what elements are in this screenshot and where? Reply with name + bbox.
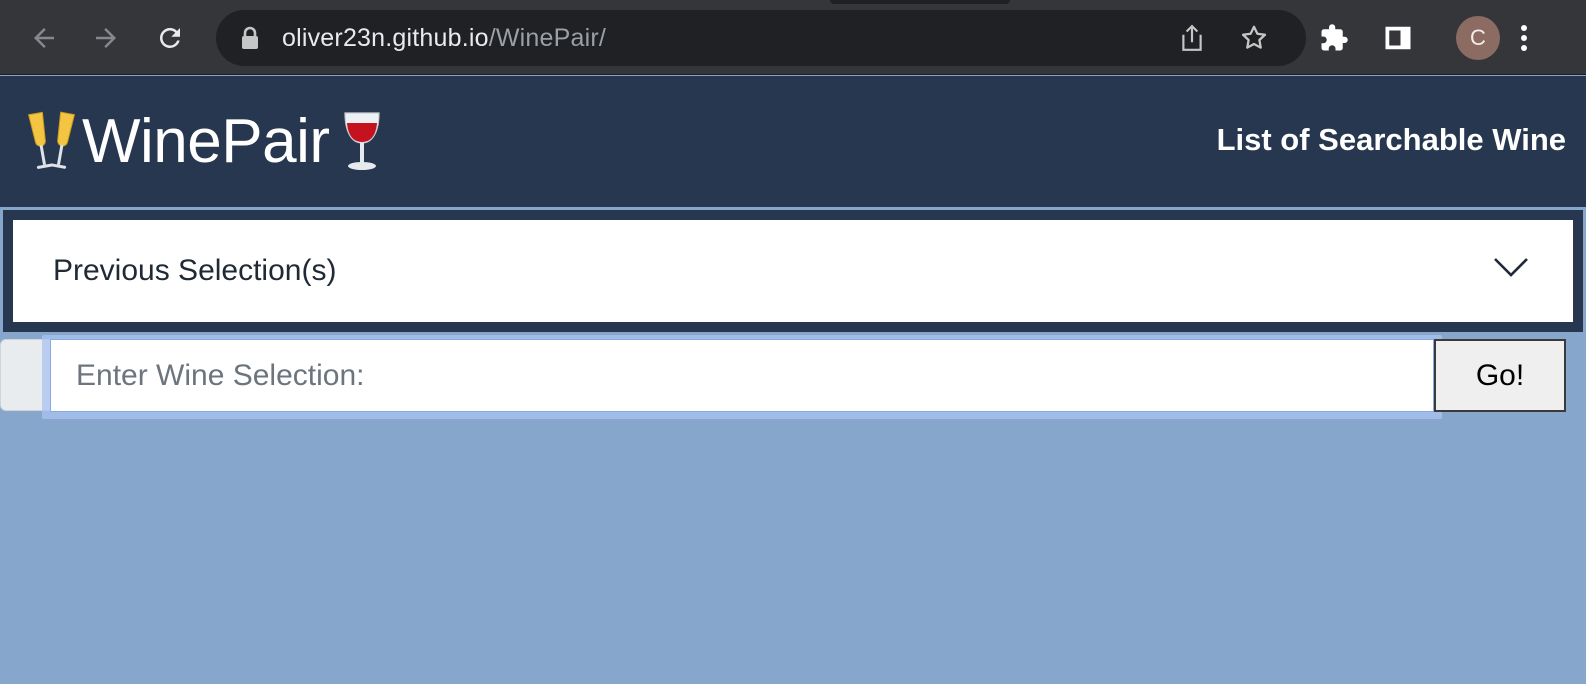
bookmark-button[interactable]	[1238, 22, 1270, 54]
site-header: WinePair List of Searchable Wine	[0, 76, 1586, 207]
searchable-wine-list-link[interactable]: List of Searchable Wine	[1217, 122, 1566, 158]
wine-glass-icon	[334, 107, 390, 177]
more-icon	[1521, 25, 1527, 51]
menu-button[interactable]	[1502, 16, 1546, 60]
previous-selections-toggle[interactable]: Previous Selection(s)	[13, 220, 1573, 322]
share-icon	[1182, 24, 1202, 51]
forward-arrow-icon	[96, 28, 116, 48]
lock-icon[interactable]	[240, 26, 260, 50]
star-icon	[1241, 25, 1267, 49]
extensions-button[interactable]	[1312, 16, 1356, 60]
forward-button[interactable]	[84, 16, 128, 60]
side-panel-icon	[1385, 26, 1411, 50]
url-host: oliver23n.github.io	[282, 24, 489, 52]
back-arrow-icon	[34, 28, 54, 48]
site-title: WinePair	[82, 107, 330, 176]
reload-icon	[159, 27, 180, 48]
wine-search-form: Go!	[0, 335, 1586, 419]
back-button[interactable]	[22, 16, 66, 60]
avatar-letter: C	[1470, 25, 1486, 50]
share-button[interactable]	[1176, 22, 1208, 54]
profile-avatar[interactable]: C	[1456, 16, 1500, 60]
brand[interactable]: WinePair	[24, 102, 390, 182]
accordion-label: Previous Selection(s)	[53, 254, 337, 287]
url-text[interactable]: oliver23n.github.io/WinePair/	[282, 10, 606, 66]
chevron-down-icon	[1494, 258, 1528, 277]
clinking-glasses-icon	[24, 107, 80, 177]
address-bar[interactable]: oliver23n.github.io/WinePair/	[216, 10, 1306, 66]
browser-toolbar: oliver23n.github.io/WinePair/ C	[0, 0, 1586, 75]
previous-selections-accordion: Previous Selection(s)	[3, 210, 1583, 332]
extensions-icon	[1321, 24, 1348, 51]
wine-search-input[interactable]	[50, 339, 1434, 412]
side-panel-button[interactable]	[1376, 16, 1420, 60]
go-button[interactable]: Go!	[1434, 339, 1566, 412]
tab-strip-hint	[830, 0, 1010, 4]
reload-button[interactable]	[148, 16, 192, 60]
url-path: /WinePair/	[488, 24, 607, 52]
